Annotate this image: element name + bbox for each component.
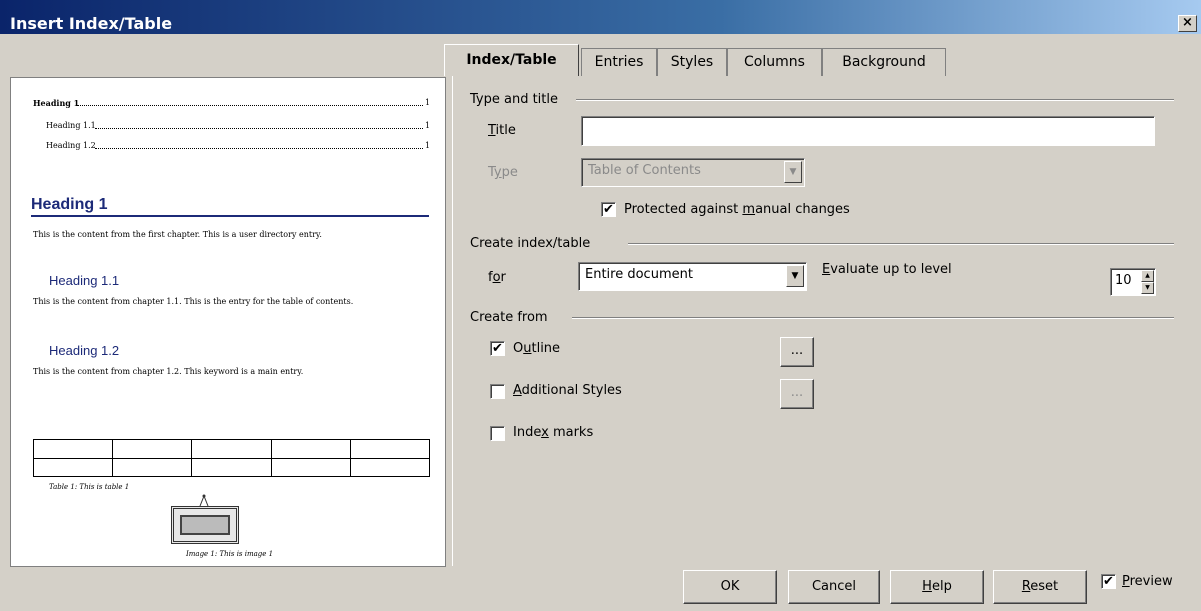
protected-label: Protected against manual changes — [624, 202, 850, 217]
title-input[interactable] — [581, 116, 1155, 146]
type-select: Table of Contents ▼ — [581, 158, 805, 187]
tab-columns[interactable]: Columns — [727, 48, 822, 76]
outline-label: Outline — [513, 341, 561, 356]
preview-image — [171, 506, 239, 544]
type-select-value: Table of Contents — [588, 163, 701, 178]
title-label-rest: itle — [495, 123, 516, 138]
toc-page-number: 1 — [425, 121, 431, 130]
toc-entry-heading-1-1: Heading 1.1 — [46, 121, 96, 130]
picture-hook-icon — [199, 494, 209, 506]
cancel-button[interactable]: Cancel — [788, 570, 880, 604]
evaluate-label: Evaluate up to level — [822, 262, 952, 277]
ok-button[interactable]: OK — [683, 570, 777, 604]
chevron-down-icon[interactable]: ▼ — [786, 265, 804, 287]
image-frame — [180, 515, 230, 535]
toc-entry-heading-1-2: Heading 1.2 — [46, 141, 96, 150]
level-spinner[interactable]: 10 ▲ ▼ — [1110, 268, 1156, 296]
toc-page-number: 1 — [425, 141, 431, 150]
reset-button[interactable]: Reset — [993, 570, 1087, 604]
tab-background[interactable]: Background — [822, 48, 946, 76]
tab-panel — [452, 75, 1196, 566]
close-button[interactable]: × — [1178, 15, 1197, 32]
tab-styles[interactable]: Styles — [657, 48, 727, 76]
for-select-value: Entire document — [585, 267, 693, 282]
additional-styles-button: ... — [780, 379, 814, 409]
tab-entries[interactable]: Entries — [581, 48, 657, 76]
toc-dots — [95, 148, 423, 149]
tab-index-table[interactable]: Index/Table — [444, 44, 579, 76]
for-select[interactable]: Entire document ▼ — [578, 262, 807, 291]
additional-styles-label: Additional Styles — [513, 383, 622, 398]
preview-pane: Heading 1 1 Heading 1.1 1 Heading 1.2 1 … — [10, 77, 446, 567]
heading-rule — [31, 215, 429, 217]
section-type-and-title: Type and title — [470, 92, 558, 107]
help-button[interactable]: Help — [890, 570, 984, 604]
window-title: Insert Index/Table — [10, 14, 173, 33]
preview-heading-1-1: Heading 1.1 — [49, 273, 120, 288]
index-marks-label: Index marks — [513, 425, 594, 440]
title-label: Title — [488, 123, 516, 138]
protected-checkbox[interactable]: ✔ — [601, 202, 616, 217]
toc-entry-heading-1: Heading 1 — [33, 98, 80, 108]
title-bar: Insert Index/Table × — [0, 0, 1201, 34]
index-marks-checkbox[interactable] — [490, 426, 505, 441]
outline-options-button[interactable]: ... — [780, 337, 814, 367]
spin-down-icon[interactable]: ▼ — [1141, 282, 1154, 294]
type-label: Type — [488, 165, 518, 180]
chevron-down-icon: ▼ — [784, 161, 802, 183]
preview-heading-1-2: Heading 1.2 — [49, 343, 120, 358]
preview-label: Preview — [1122, 574, 1173, 589]
additional-styles-checkbox[interactable] — [490, 384, 505, 399]
section-divider — [576, 99, 1174, 101]
spin-up-icon[interactable]: ▲ — [1141, 270, 1154, 282]
section-create-index: Create index/table — [470, 236, 591, 251]
toc-page-number: 1 — [425, 98, 431, 107]
image-caption: Image 1: This is image 1 — [186, 550, 274, 558]
toc-dots — [77, 105, 423, 106]
level-value: 10 — [1115, 273, 1132, 288]
table-caption: Table 1: This is table 1 — [49, 483, 130, 491]
for-label: for — [488, 270, 506, 285]
section-divider — [628, 243, 1174, 245]
preview-text-1-1: This is the content from chapter 1.1. Th… — [33, 297, 354, 306]
section-divider — [572, 317, 1174, 319]
preview-checkbox[interactable]: ✔ — [1101, 574, 1116, 589]
toc-dots — [95, 128, 423, 129]
preview-text-1-2: This is the content from chapter 1.2. Th… — [33, 367, 304, 376]
preview-table — [32, 439, 431, 477]
preview-text-1: This is the content from the first chapt… — [33, 230, 322, 239]
section-create-from: Create from — [470, 310, 548, 325]
preview-heading-1: Heading 1 — [31, 196, 108, 213]
outline-checkbox[interactable]: ✔ — [490, 341, 505, 356]
